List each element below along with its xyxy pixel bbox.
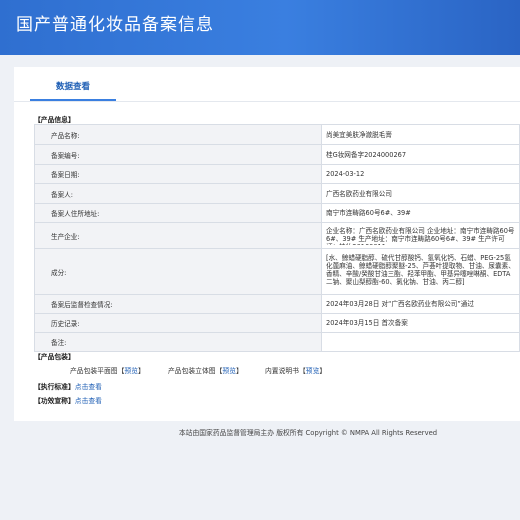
package-heading: 【产品包装】 [34, 353, 75, 361]
row-value: 2024年03月15日 首次备案 [321, 313, 520, 333]
package-item-label: 内置说明书 [265, 367, 299, 375]
row-label: 备案人: [34, 183, 322, 204]
row-value: 企业名称：广西名欧药业有限公司 企业地址：南宁市连畴路60号6#、39# 生产地… [321, 222, 520, 249]
table-row: 备案后监督检查情况: 2024年03月28日 对“广西名欧药业有限公司”通过 [34, 294, 520, 314]
package-item: 产品包装立体图【预览】 [168, 367, 243, 375]
row-value: 2024年03月28日 对“广西名欧药业有限公司”通过 [321, 294, 520, 314]
preview-link[interactable]: 预览 [306, 367, 320, 375]
table-row: 成分: [水、鲸蜡硬脂醇、硫代甘醇酸钙、氢氧化钙、石蜡、PEG-25氢化蓖麻油、鲸… [34, 248, 520, 295]
package-item: 内置说明书【预览】 [265, 367, 327, 375]
efficacy-label: 【功效宣称】 [34, 397, 75, 405]
row-value: [水、鲸蜡硬脂醇、硫代甘醇酸钙、氢氧化钙、石蜡、PEG-25氢化蓖麻油、鲸蜡硬脂… [321, 248, 520, 295]
product-info-heading: 【产品信息】 [34, 116, 75, 124]
row-value: 桂G妆网备字2024000267 [321, 144, 520, 165]
table-row: 备注: [34, 332, 520, 352]
row-label: 历史记录: [34, 313, 322, 333]
table-row: 生产企业: 企业名称：广西名欧药业有限公司 企业地址：南宁市连畴路60号6#、39… [34, 222, 520, 249]
tab-divider [14, 101, 520, 102]
preview-link[interactable]: 预览 [222, 367, 236, 375]
row-label: 成分: [34, 248, 322, 295]
row-label: 生产企业: [34, 222, 322, 249]
product-info-table: 产品名称: 尚美宜美肤净澈脱毛膏 备案编号: 桂G妆网备字2024000267 备案… [34, 124, 520, 352]
row-value: 广西名欧药业有限公司 [321, 183, 520, 204]
page-title: 国产普通化妆品备案信息 [16, 15, 214, 35]
package-item: 产品包装平面图【预览】 [70, 367, 145, 375]
row-label: 备注: [34, 332, 322, 352]
efficacy-line: 【功效宣称】点击查看 [34, 395, 102, 405]
row-value: 2024-03-12 [321, 164, 520, 184]
table-row: 备案人: 广西名欧药业有限公司 [34, 183, 520, 204]
footer: 本站由国家药品监督管理局主办 版权所有 Copyright © NMPA All… [178, 429, 438, 437]
standard-label: 【执行标准】 [34, 383, 75, 391]
package-item-label: 产品包装平面图 [70, 367, 118, 375]
header-banner: 国产普通化妆品备案信息 [0, 0, 520, 55]
row-label: 备案人住所地址: [34, 203, 322, 223]
tab-data-view[interactable]: 数据查看 [30, 79, 116, 101]
efficacy-link[interactable]: 点击查看 [75, 397, 102, 405]
table-row: 备案编号: 桂G妆网备字2024000267 [34, 144, 520, 165]
standard-line: 【执行标准】点击查看 [34, 381, 102, 391]
preview-link[interactable]: 预览 [124, 367, 138, 375]
table-row: 历史记录: 2024年03月15日 首次备案 [34, 313, 520, 333]
content-panel: 数据查看 【产品信息】 产品名称: 尚美宜美肤净澈脱毛膏 备案编号: 桂G妆网备字2… [14, 67, 520, 421]
producer-text: 企业名称：广西名欧药业有限公司 企业地址：南宁市连畴路60号6#、39# 生产地… [326, 226, 515, 245]
row-label: 产品名称: [34, 124, 322, 145]
standard-link[interactable]: 点击查看 [75, 383, 102, 391]
package-item-label: 产品包装立体图 [168, 367, 216, 375]
table-row: 备案日期: 2024-03-12 [34, 164, 520, 184]
row-label: 备案后监督检查情况: [34, 294, 322, 314]
row-label: 备案编号: [34, 144, 322, 165]
table-row: 备案人住所地址: 南宁市连畴路60号6#、39# [34, 203, 520, 223]
table-row: 产品名称: 尚美宜美肤净澈脱毛膏 [34, 124, 520, 145]
row-value: 尚美宜美肤净澈脱毛膏 [321, 124, 520, 145]
ingredients-text: [水、鲸蜡硬脂醇、硫代甘醇酸钙、氢氧化钙、石蜡、PEG-25氢化蓖麻油、鲸蜡硬脂… [326, 254, 515, 286]
row-value: 南宁市连畴路60号6#、39# [321, 203, 520, 223]
row-value [321, 332, 520, 352]
row-label: 备案日期: [34, 164, 322, 184]
